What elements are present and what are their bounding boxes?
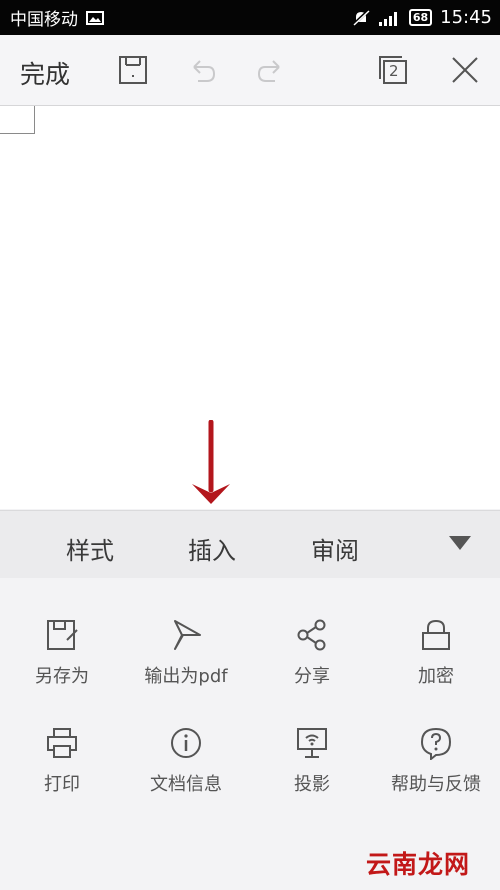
menu-label: 打印 [44,774,80,795]
clock: 15:45 [440,7,492,28]
tab-style[interactable]: 样式 [66,531,114,566]
editor-toolbar: 完成 2 [0,35,500,106]
signal-icon [378,11,397,26]
undo-icon[interactable] [188,55,218,85]
menu-item-encrypt[interactable]: 加密 [374,618,498,688]
ribbon-tabs: 样式 插入 审阅 [0,510,500,579]
lock-icon [422,619,450,650]
tab-insert[interactable]: 插入 [188,531,236,566]
save-icon[interactable] [118,55,148,85]
caret-down-icon[interactable] [449,536,471,550]
status-bar: 中国移动 68 15:45 [0,0,500,35]
document-canvas[interactable] [0,106,500,509]
export-pdf-icon [174,620,201,650]
redo-icon[interactable] [255,55,285,85]
menu-label: 帮助与反馈 [391,774,481,795]
help-icon [420,727,452,760]
carrier-name: 中国移动 [10,10,78,30]
menu-label: 输出为pdf [144,666,228,687]
menu-item-export-pdf[interactable]: 输出为pdf [124,618,248,688]
projection-icon [297,728,327,758]
save-as-icon [47,620,78,650]
menu-label: 文档信息 [150,774,222,795]
print-icon [47,728,77,758]
menu-item-save-as[interactable]: 另存为 [0,618,124,688]
menu-label: 分享 [294,666,330,687]
menu-label: 另存为 [35,666,89,687]
menu-label: 加密 [418,666,454,687]
share-icon [297,619,326,651]
down-arrow-icon [192,420,230,504]
done-button[interactable]: 完成 [20,55,70,91]
menu-item-share[interactable]: 分享 [250,618,374,688]
menu-item-doc-info[interactable]: 文档信息 [124,726,248,796]
menu-item-projection[interactable]: 投影 [250,726,374,796]
file-menu-grid: 另存为 输出为pdf 分享 加密 打印 文档信息 投影 帮助与反馈 [0,578,500,890]
close-icon[interactable] [450,55,480,85]
menu-item-print[interactable]: 打印 [0,726,124,796]
page-corner-mark [0,106,35,134]
menu-item-help-feedback[interactable]: 帮助与反馈 [374,726,498,796]
image-icon [86,10,104,25]
muted-icon [351,8,370,26]
multi-doc-icon[interactable]: 2 [378,55,408,85]
watermark: 云南龙网 [366,850,471,879]
info-icon [171,728,201,758]
battery-icon: 68 [408,9,433,26]
menu-label: 投影 [294,774,330,795]
tab-review[interactable]: 审阅 [311,531,359,566]
doc-count: 2 [389,62,399,80]
